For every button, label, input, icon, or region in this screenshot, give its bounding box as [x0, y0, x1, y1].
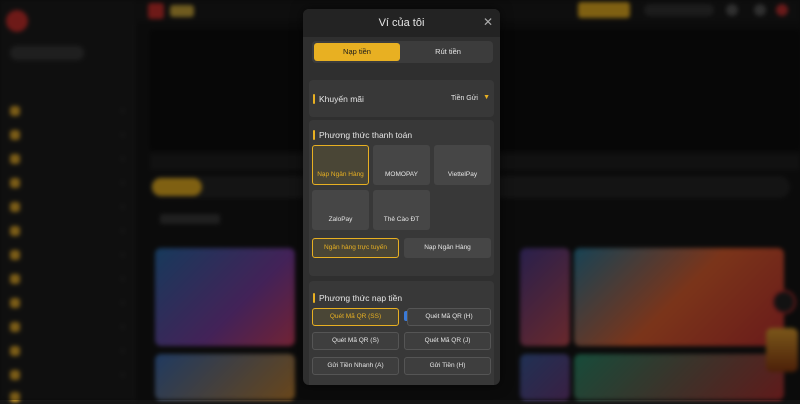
method-qr-s[interactable]: Quét Mã QR (S) — [312, 332, 399, 350]
payment-option-momopay[interactable]: MOMOPAY — [373, 145, 430, 185]
payment-option-phone-card[interactable]: Thẻ Cào ĐT — [373, 190, 430, 230]
payment-method-label: Phương thức thanh toán — [319, 130, 413, 140]
modal-header: Ví của tôi ✕ — [303, 9, 500, 37]
method-qr-h[interactable]: Quét Mã QR (H) — [407, 308, 491, 326]
promotion-label: Khuyến mãi — [319, 94, 364, 104]
sub-option-online-banking[interactable]: Ngân hàng trực tuyến — [312, 238, 399, 258]
payment-method-panel: Phương thức thanh toán Nạp Ngân Hàng MOM… — [309, 120, 494, 276]
payment-option-zalopay[interactable]: ZaloPay — [312, 190, 369, 230]
section-marker — [313, 130, 315, 140]
promotion-value[interactable]: Tiền Gửi — [451, 95, 478, 102]
promotion-panel[interactable]: Khuyến mãi Tiền Gửi ▼ — [309, 80, 494, 117]
wallet-tabs: Nạp tiền Rút tiền — [312, 41, 493, 63]
payment-option-bank-deposit[interactable]: Nạp Ngân Hàng — [312, 145, 369, 185]
method-qr-j[interactable]: Quét Mã QR (J) — [404, 332, 491, 350]
payment-option-viettelpay[interactable]: ViettelPay — [434, 145, 491, 185]
wallet-modal: Ví của tôi ✕ Nạp tiền Rút tiền Khuyến mã… — [303, 9, 500, 385]
deposit-method-label: Phương thức nạp tiền — [319, 293, 403, 303]
section-marker — [313, 94, 315, 104]
deposit-method-panel: Phương thức nạp tiền Quét Mã QR (SS) ▲ Q… — [309, 281, 494, 385]
tab-deposit[interactable]: Nạp tiền — [314, 43, 400, 61]
modal-title: Ví của tôi — [378, 17, 425, 29]
method-qr-ss[interactable]: Quét Mã QR (SS) — [312, 308, 399, 326]
tab-withdraw[interactable]: Rút tiền — [405, 43, 491, 61]
method-deposit-h[interactable]: Gửi Tiền (H) — [404, 357, 491, 375]
close-icon[interactable]: ✕ — [483, 15, 493, 29]
sub-option-bank-deposit[interactable]: Nạp Ngân Hàng — [404, 238, 491, 258]
section-marker — [313, 293, 315, 303]
caret-down-icon[interactable]: ▼ — [483, 94, 490, 101]
method-fast-deposit-a[interactable]: Gửi Tiền Nhanh (A) — [312, 357, 399, 375]
